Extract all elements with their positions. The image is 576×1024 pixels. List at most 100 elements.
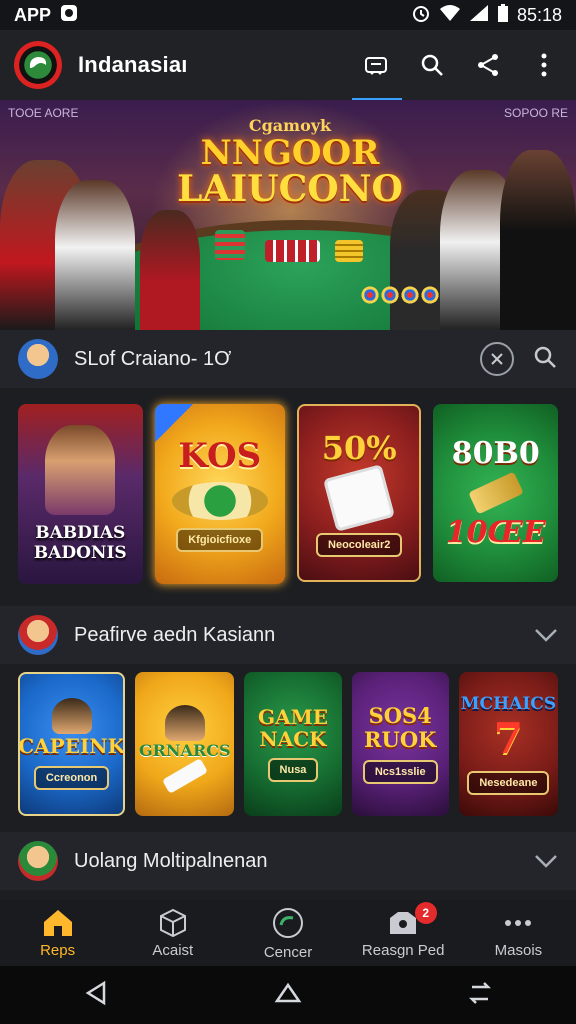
app-notification-icon [59, 3, 79, 28]
more-vert-icon [541, 53, 547, 77]
section-header-multiplayer[interactable]: Uolang Moltipalnenan [0, 832, 576, 890]
nav-item-account[interactable]: Acaist [115, 900, 230, 966]
cube-icon [159, 908, 186, 937]
status-time: 85:18 [516, 4, 562, 25]
chip-stack [335, 240, 363, 262]
share-button[interactable] [474, 51, 502, 79]
hero-title-line2: NNGOOR [200, 133, 380, 173]
hero-sign-left: TOOE AORE [8, 106, 79, 120]
game-card[interactable]: BABDIAS BADONIS [18, 404, 143, 584]
hero-sign-right: SOPOO RE [503, 106, 568, 120]
dice-art [161, 757, 208, 794]
app-title: Indanasiaı [78, 52, 188, 77]
section-avatar [18, 841, 58, 881]
section-search-button[interactable] [532, 344, 558, 375]
player-figure [55, 180, 135, 330]
character-art [51, 698, 92, 734]
card-subtitle: Ccreonon [33, 766, 110, 790]
search-icon [421, 54, 443, 76]
new-corner-badge [154, 404, 193, 442]
dice-art [323, 464, 396, 532]
card-subtitle: Nesedeane [467, 770, 550, 795]
chip-stack [215, 230, 245, 260]
nav-item-home[interactable]: Reps [0, 900, 115, 966]
nav-label: Cencer [263, 943, 313, 961]
close-icon [491, 353, 503, 365]
card-title: 80B0 [451, 436, 540, 471]
character-art [45, 425, 116, 515]
card-subtitle: Kfgioicfioxe [176, 528, 264, 552]
game-card[interactable]: MCHAICS 7 Nesedeane [458, 672, 559, 816]
game-card[interactable]: GRNARCS [135, 672, 235, 816]
system-back-button[interactable] [82, 979, 110, 1012]
featured-card-row: CAPEINK Ccreonon GRNARCS GAME NACK Nusa … [0, 672, 576, 816]
game-card[interactable]: CAPEINK Ccreonon [18, 672, 126, 816]
nav-label: Acaist [152, 941, 194, 959]
coin-art [171, 482, 268, 520]
card-title: KOS [178, 436, 262, 476]
status-bar: APP 85:18 [0, 0, 576, 30]
wallet-icon [365, 57, 387, 75]
game-card[interactable]: SOS4 RUOK Ncs1sslie [351, 672, 449, 816]
slots-card-row: BABDIAS BADONIS KOS Kfgioicfioxe 50% Neo… [0, 404, 576, 584]
section-avatar [18, 339, 58, 379]
chevron-down-icon[interactable] [534, 628, 558, 642]
chip-pile [360, 285, 440, 305]
hero-title-line3: LAIUCONO [177, 168, 403, 210]
status-app-label: APP [14, 4, 52, 25]
nav-item-more[interactable]: Masois [461, 900, 576, 966]
nav-item-rewards[interactable]: 2 Reasgn Ped [346, 900, 461, 966]
game-card[interactable]: GAME NACK Nusa [244, 672, 342, 816]
more-icon [505, 919, 532, 926]
hero-banner[interactable]: TOOE AORE SOPOO RE Cgamoyk NNGOOR LAIUCO… [0, 100, 576, 330]
back-triangle-icon [85, 980, 106, 1005]
card-subtitle: Ncs1sslie [362, 760, 438, 784]
trophy-art [468, 471, 524, 515]
home-icon [43, 909, 72, 936]
recents-icon [468, 981, 492, 1004]
section-header-slots: SLof Craiano- 1Ơ [0, 330, 576, 388]
app-bar: Indanasiaı [0, 30, 576, 101]
seven-art: 7 [493, 713, 524, 763]
system-recents-button[interactable] [466, 979, 494, 1012]
player-figure [500, 150, 576, 330]
card-title: CAPEINK [18, 734, 125, 758]
section-title: Peafirve aedn Kasiann [74, 623, 276, 646]
section-title: SLof Craiano- 1Ơ [74, 347, 232, 370]
bottom-navigation: Reps Acaist Cencer 2 Reasgn Ped Masois [0, 900, 576, 966]
notification-badge: 2 [414, 902, 437, 924]
circle-refresh-icon [273, 907, 303, 938]
nav-label: Masois [494, 941, 543, 959]
card-title: MCHAICS [460, 693, 557, 714]
card-subtitle: Neocoleair2 [316, 533, 403, 557]
card-title: SOS4 RUOK [364, 703, 437, 752]
character-art [164, 704, 205, 741]
player-figure [140, 210, 200, 330]
share-icon [478, 54, 498, 76]
game-card[interactable]: 50% Neocoleair2 [296, 404, 422, 582]
card-title-secondary: 10ŒE [445, 515, 546, 550]
more-options-button[interactable] [530, 51, 558, 79]
section-avatar [18, 615, 58, 655]
nav-label: Reasgn Ped [361, 941, 445, 959]
clear-button[interactable] [480, 342, 514, 376]
card-title: GAME NACK [257, 705, 328, 751]
section-title: Uolang Moltipalnenan [74, 849, 268, 872]
system-home-button[interactable] [274, 979, 302, 1012]
hero-title: Cgamoyk NNGOOR LAIUCONO [170, 116, 410, 207]
search-button[interactable] [418, 51, 446, 79]
app-logo[interactable] [14, 41, 62, 89]
nav-item-center[interactable]: Cencer [230, 900, 345, 966]
alarm-icon [411, 3, 431, 28]
chevron-down-icon[interactable] [534, 854, 558, 868]
wallet-tab-button[interactable] [352, 51, 402, 101]
card-title: BABDIAS BADONIS [33, 523, 127, 563]
search-icon [534, 346, 556, 368]
system-navigation-bar [0, 966, 576, 1024]
section-header-featured[interactable]: Peafirve aedn Kasiann [0, 606, 576, 664]
card-title: 50% [321, 429, 397, 467]
game-card[interactable]: KOS Kfgioicfioxe [154, 404, 285, 584]
nav-label: Reps [40, 941, 76, 959]
chip-stack [265, 240, 320, 262]
game-card[interactable]: 80B0 10ŒE [433, 404, 558, 582]
